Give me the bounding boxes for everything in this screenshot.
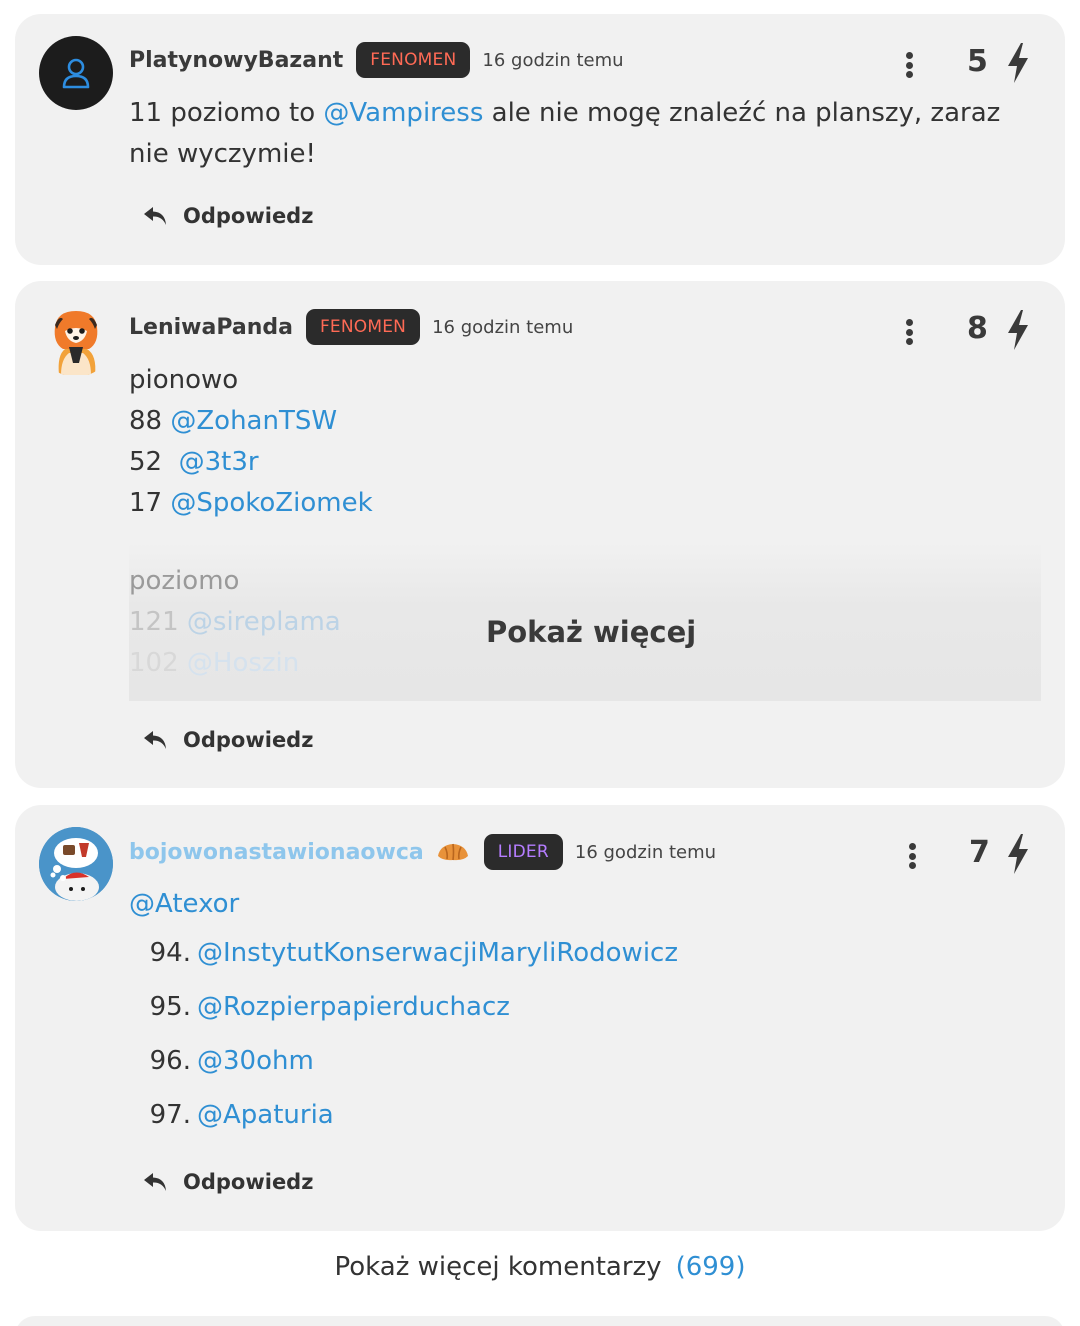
list-number: 96. <box>149 1046 191 1076</box>
faded-line: 102 @Hoszin <box>129 643 299 684</box>
sheep-dreaming-avatar <box>39 827 113 901</box>
more-options-icon[interactable] <box>907 843 917 869</box>
vote-count: 7 <box>969 835 990 870</box>
list-number: 94. <box>149 938 191 968</box>
faded-line: 121 @sireplama <box>129 602 341 643</box>
line-number: 52 <box>129 447 163 477</box>
user-avatar[interactable] <box>39 36 113 110</box>
user-mention[interactable]: @InstytutKonserwacjiMaryliRodowicz <box>197 938 678 968</box>
vote-count: 8 <box>967 311 988 346</box>
username[interactable]: bojowonastawionaowca <box>129 840 424 865</box>
default-user-icon <box>62 58 90 89</box>
user-mention[interactable]: @Apaturia <box>197 1100 334 1130</box>
reply-button[interactable]: Odpowiedz <box>143 724 313 756</box>
timestamp: 16 godzin temu <box>482 49 624 71</box>
reply-label: Odpowiedz <box>183 728 314 752</box>
reply-arrow-icon <box>144 207 166 225</box>
red-panda-avatar <box>54 311 98 375</box>
more-options-icon[interactable] <box>904 319 914 345</box>
list-item: 95. @Rozpierpapierduchacz <box>145 980 678 1034</box>
username[interactable]: PlatynowyBazant <box>129 48 343 73</box>
comment-card: LeniwaPanda FENOMEN 16 godzin temu 8 pio… <box>15 281 1065 788</box>
lightning-vote-icon[interactable] <box>1005 309 1031 351</box>
timestamp: 16 godzin temu <box>574 841 717 863</box>
lightning-vote-icon[interactable] <box>1005 42 1031 84</box>
user-mention[interactable]: @SpokoZiomek <box>170 488 372 518</box>
user-mention[interactable]: @30ohm <box>197 1046 314 1076</box>
rank-badge: LIDER <box>483 834 563 870</box>
user-mention[interactable]: @3t3r <box>179 447 259 477</box>
numbered-list: 94. @InstytutKonserwacjiMaryliRodowicz 95… <box>145 926 678 1142</box>
comment-meta: bojowonastawionaowca LIDER 16 godzin tem… <box>129 834 716 870</box>
body-text: pionowo <box>129 365 239 395</box>
username[interactable]: LeniwaPanda <box>129 315 293 340</box>
reply-button[interactable]: Odpowiedz <box>143 1166 313 1198</box>
line-number: 88 <box>129 406 163 436</box>
lightning-vote-icon[interactable] <box>1005 833 1031 875</box>
reply-button[interactable]: Odpowiedz <box>143 200 313 232</box>
list-item: 97. @Apaturia <box>145 1088 678 1142</box>
comment-body: @Atexor <box>129 884 239 925</box>
body-text: nie wyczymie! <box>129 139 316 169</box>
comment-card: PlatynowyBazant FENOMEN 16 godzin temu 5… <box>15 14 1065 265</box>
comments-count: (699) <box>675 1252 746 1282</box>
user-mention[interactable]: @ZohanTSW <box>170 406 337 436</box>
timestamp: 16 godzin temu <box>432 316 574 338</box>
show-more-button[interactable]: Pokaż więcej <box>486 615 696 649</box>
list-item: 94. @InstytutKonserwacjiMaryliRodowicz <box>145 926 678 980</box>
comment-meta: PlatynowyBazant FENOMEN 16 godzin temu <box>129 42 624 78</box>
comment-card: bojowonastawionaowca LIDER 16 godzin tem… <box>15 805 1065 1231</box>
show-more-comments-button[interactable]: Pokaż więcej komentarzy (699) <box>0 1252 1080 1282</box>
comment-body: 11 poziomo to @Vampiress ale nie mogę zn… <box>129 93 1000 175</box>
comment-body: pionowo 88 @ZohanTSW 52 @3t3r 17 @SpokoZ… <box>129 360 373 524</box>
comment-meta: LeniwaPanda FENOMEN 16 godzin temu <box>129 309 573 345</box>
vote-count: 5 <box>967 44 988 79</box>
user-mention[interactable]: @Atexor <box>129 884 239 925</box>
body-text: 11 poziomo to <box>129 98 324 128</box>
reply-arrow-icon <box>144 1173 166 1191</box>
reply-label: Odpowiedz <box>183 204 314 228</box>
line-number: 102 <box>129 648 179 678</box>
faded-text: poziomo <box>129 566 240 596</box>
reply-label: Odpowiedz <box>183 1170 314 1194</box>
list-number: 95. <box>149 992 191 1022</box>
comment-card <box>15 1316 1065 1326</box>
user-avatar[interactable] <box>39 827 113 901</box>
rank-badge: FENOMEN <box>305 309 421 345</box>
list-number: 97. <box>149 1100 191 1130</box>
collapsed-content[interactable]: poziomo 121 @sireplama 102 @Hoszin Pokaż… <box>129 543 1041 701</box>
reply-arrow-icon <box>144 731 166 749</box>
body-text: ale nie mogę znaleźć na planszy, zaraz <box>483 98 1001 128</box>
list-item: 96. @30ohm <box>145 1034 678 1088</box>
more-options-icon[interactable] <box>904 52 914 78</box>
user-mention: @sireplama <box>186 607 341 637</box>
user-avatar[interactable] <box>39 303 113 377</box>
show-more-comments-label: Pokaż więcej komentarzy <box>334 1252 662 1282</box>
line-number: 121 <box>129 607 179 637</box>
user-mention: @Hoszin <box>186 648 300 678</box>
line-number: 17 <box>129 488 163 518</box>
user-mention[interactable]: @Rozpierpapierduchacz <box>197 992 510 1022</box>
rank-badge: FENOMEN <box>356 42 471 78</box>
user-mention[interactable]: @Vampiress <box>323 98 483 128</box>
croissant-icon <box>436 840 470 864</box>
